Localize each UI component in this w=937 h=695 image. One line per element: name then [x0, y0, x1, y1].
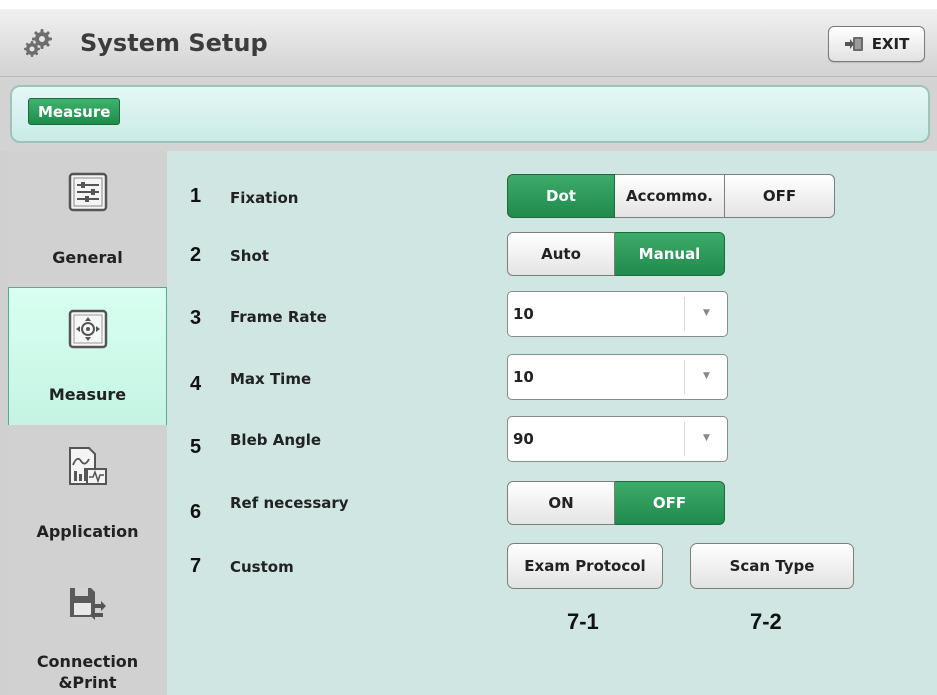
sidebar-item-label: Measure	[48, 385, 127, 404]
ref-off-button[interactable]: OFF	[615, 481, 725, 525]
frame-rate-label: Frame Rate	[230, 308, 327, 326]
chevron-down-icon: ▼	[703, 433, 710, 443]
ref-necessary-segmented-control: ON OFF	[507, 481, 725, 525]
shot-segmented-control: Auto Manual	[507, 232, 725, 276]
dropdown-divider	[684, 360, 685, 394]
frame-rate-value: 10	[513, 305, 534, 323]
header-bar: System Setup EXIT	[0, 9, 937, 77]
shot-manual-button[interactable]: Manual	[615, 232, 725, 276]
sidebar-item-label: Application	[36, 522, 139, 541]
fixation-label: Fixation	[230, 189, 299, 207]
sidebar-item-connection-print[interactable]: Connection &Print	[8, 563, 167, 695]
row-number: 1	[190, 185, 202, 207]
sidebar-item-general[interactable]: General	[8, 151, 167, 291]
label-line-2: &Print	[58, 673, 117, 692]
sidebar-item-label: Connection &Print	[37, 651, 138, 693]
breadcrumb-area: Measure	[0, 77, 937, 151]
chevron-down-icon: ▼	[703, 371, 710, 381]
bleb-angle-label: Bleb Angle	[230, 431, 322, 449]
save-transfer-icon	[69, 588, 106, 620]
max-time-value: 10	[513, 368, 534, 386]
fixation-dot-button[interactable]: Dot	[507, 174, 615, 218]
row-number: 5	[190, 436, 202, 458]
exit-icon	[844, 37, 863, 51]
row-number: 2	[190, 244, 202, 266]
scan-type-callout: 7-2	[750, 609, 782, 634]
fixation-segmented-control: Dot Accommo. OFF	[507, 174, 835, 218]
sidebar-item-measure[interactable]: Measure	[8, 287, 167, 427]
sidebar-item-application[interactable]: Application	[8, 425, 167, 565]
scan-type-button[interactable]: Scan Type	[690, 543, 854, 589]
page-title: System Setup	[80, 29, 268, 57]
dropdown-divider	[684, 422, 685, 456]
fixation-off-button[interactable]: OFF	[725, 174, 835, 218]
target-icon	[68, 309, 107, 349]
system-setup-screen: System Setup EXIT Measure General Measur…	[0, 0, 937, 695]
label-line-1: Connection	[36, 652, 139, 671]
gear-icon	[24, 29, 52, 57]
chevron-down-icon: ▼	[703, 308, 710, 318]
row-number: 4	[190, 373, 202, 395]
row-number: 7	[190, 555, 202, 577]
frame-rate-dropdown[interactable]: 10 ▼	[507, 291, 728, 337]
sliders-icon	[68, 172, 107, 212]
chart-icon	[68, 447, 107, 485]
sidebar: General Measure Application Connection &…	[0, 151, 167, 695]
measure-settings-panel: 1 Fixation Dot Accommo. OFF 2 Shot Auto …	[167, 151, 937, 695]
exam-protocol-button[interactable]: Exam Protocol	[507, 543, 663, 589]
exit-button[interactable]: EXIT	[828, 26, 925, 62]
row-number: 3	[190, 307, 202, 329]
exam-protocol-callout: 7-1	[567, 609, 599, 634]
breadcrumb: Measure	[10, 85, 930, 143]
max-time-label: Max Time	[230, 370, 312, 388]
row-number: 6	[190, 501, 202, 523]
exit-label: EXIT	[871, 35, 910, 53]
shot-label: Shot	[230, 247, 269, 265]
breadcrumb-current[interactable]: Measure	[28, 98, 121, 125]
bleb-angle-dropdown[interactable]: 90 ▼	[507, 416, 728, 462]
sidebar-item-label: General	[52, 248, 123, 267]
max-time-dropdown[interactable]: 10 ▼	[507, 354, 728, 400]
dropdown-divider	[684, 297, 685, 331]
shot-auto-button[interactable]: Auto	[507, 232, 615, 276]
ref-necessary-label: Ref necessary	[230, 494, 349, 512]
fixation-accommo-button[interactable]: Accommo.	[615, 174, 725, 218]
bleb-angle-value: 90	[513, 430, 534, 448]
ref-on-button[interactable]: ON	[507, 481, 615, 525]
custom-label: Custom	[230, 558, 294, 576]
